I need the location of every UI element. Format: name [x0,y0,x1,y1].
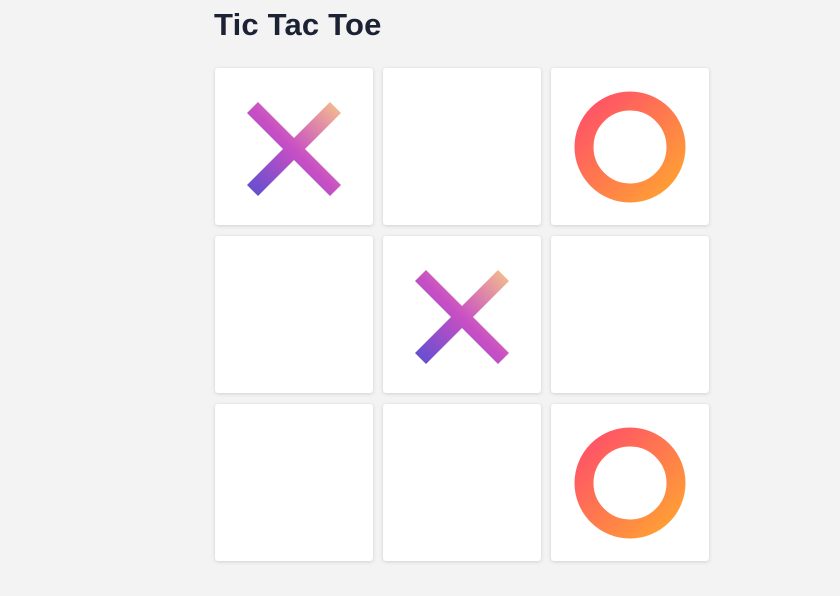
x-mark-icon [247,101,341,196]
board-cell-4[interactable] [215,236,373,393]
board-cell-6[interactable] [551,236,709,393]
board-cell-3[interactable] [551,68,709,225]
board-cell-1[interactable] [215,68,373,225]
x-mark-icon [415,269,509,364]
game-board [215,68,709,561]
page-title: Tic Tac Toe [214,7,382,42]
game-page: Tic Tac Toe [0,0,840,596]
o-mark-icon [574,427,686,538]
board-cell-5[interactable] [383,236,541,393]
board-cell-7[interactable] [215,404,373,561]
board-cell-2[interactable] [383,68,541,225]
board-cell-9[interactable] [551,404,709,561]
board-cell-8[interactable] [383,404,541,561]
o-mark-icon [574,91,686,202]
